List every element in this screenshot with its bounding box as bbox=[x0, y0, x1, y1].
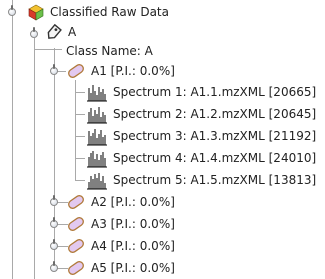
spectrum-icon bbox=[87, 85, 107, 102]
tree-node-spectrum-1[interactable]: Spectrum 1: A1.1.mzXML [20665] bbox=[86, 81, 316, 103]
tree-line bbox=[34, 38, 35, 279]
tree-line bbox=[75, 114, 85, 115]
tree-node-a1-label: A1 [P.I.: 0.0%] bbox=[91, 64, 175, 78]
tree-line bbox=[75, 80, 76, 181]
spectrum-label: Spectrum 1: A1.1.mzXML [20665] bbox=[113, 85, 317, 99]
expand-toggle-class-a[interactable] bbox=[30, 27, 38, 38]
tree-node-a5[interactable]: A5 [P.I.: 0.0%] bbox=[66, 257, 175, 279]
tree-node-a4-label: A4 [P.I.: 0.0%] bbox=[91, 239, 175, 253]
expand-toggle-a4[interactable] bbox=[50, 239, 58, 250]
tree-line bbox=[12, 0, 13, 279]
class-name-label: Class Name: A bbox=[66, 44, 153, 58]
tree-node-a5-label: A5 [P.I.: 0.0%] bbox=[91, 261, 175, 275]
spectrum-icon bbox=[87, 129, 107, 146]
expand-toggle-a1[interactable] bbox=[50, 64, 58, 75]
tree-line bbox=[75, 136, 85, 137]
spectrum-icon bbox=[87, 107, 107, 124]
tree-node-spectrum-2[interactable]: Spectrum 2: A1.2.mzXML [20645] bbox=[86, 103, 316, 125]
spectrum-icon bbox=[87, 151, 107, 168]
tree-line bbox=[75, 180, 85, 181]
class-tree: Classified Raw Data A Class Name: A A1 [… bbox=[0, 0, 325, 279]
tree-node-root-label: Classified Raw Data bbox=[50, 5, 169, 19]
tree-node-a1[interactable]: A1 [P.I.: 0.0%] bbox=[66, 60, 175, 82]
tree-node-a3-label: A3 [P.I.: 0.0%] bbox=[91, 217, 175, 231]
tree-line bbox=[54, 48, 55, 270]
tree-node-a2[interactable]: A2 [P.I.: 0.0%] bbox=[66, 191, 175, 213]
tree-node-spectrum-4[interactable]: Spectrum 4: A1.4.mzXML [24010] bbox=[86, 147, 316, 169]
spectrum-label: Spectrum 5: A1.5.mzXML [13813] bbox=[113, 173, 317, 187]
pill-icon bbox=[68, 217, 84, 231]
expand-toggle-a2[interactable] bbox=[50, 195, 58, 206]
spectrum-icon bbox=[87, 173, 107, 190]
spectrum-label: Spectrum 3: A1.3.mzXML [21192] bbox=[113, 129, 317, 143]
pill-icon bbox=[68, 195, 84, 209]
tree-line bbox=[75, 92, 85, 93]
tag-icon bbox=[47, 23, 62, 39]
expand-toggle-a3[interactable] bbox=[50, 217, 58, 228]
spectrum-label: Spectrum 2: A1.2.mzXML [20645] bbox=[113, 107, 317, 121]
tree-node-a4[interactable]: A4 [P.I.: 0.0%] bbox=[66, 235, 175, 257]
spectrum-label: Spectrum 4: A1.4.mzXML [24010] bbox=[113, 151, 317, 165]
tree-line bbox=[75, 158, 85, 159]
expand-toggle-root[interactable] bbox=[8, 5, 16, 16]
tree-node-root[interactable]: Classified Raw Data bbox=[26, 1, 169, 23]
tree-node-spectrum-5[interactable]: Spectrum 5: A1.5.mzXML [13813] bbox=[86, 169, 316, 191]
tree-line bbox=[34, 49, 62, 50]
expand-toggle-a5[interactable] bbox=[50, 261, 58, 272]
tree-node-a2-label: A2 [P.I.: 0.0%] bbox=[91, 195, 175, 209]
pill-icon bbox=[68, 261, 84, 275]
tree-node-spectrum-3[interactable]: Spectrum 3: A1.3.mzXML [21192] bbox=[86, 125, 316, 147]
pill-icon bbox=[68, 64, 84, 78]
tree-node-a3[interactable]: A3 [P.I.: 0.0%] bbox=[66, 213, 175, 235]
colored-cubes-icon bbox=[28, 4, 44, 21]
pill-icon bbox=[68, 239, 84, 253]
